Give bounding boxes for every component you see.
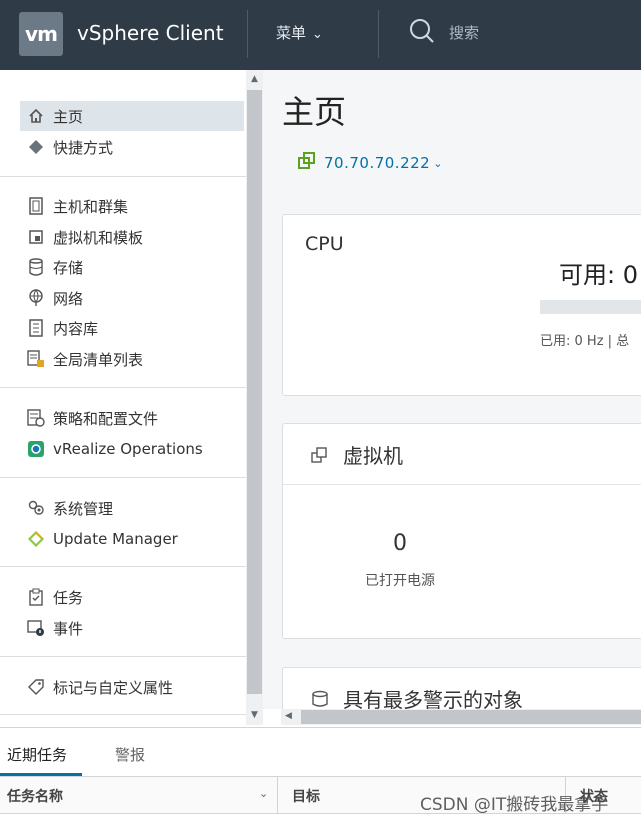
app-title[interactable]: vSphere Client <box>77 20 224 46</box>
sidebar-scrollbar[interactable]: ▲ ▼ <box>246 70 263 725</box>
sidebar-item-update-manager[interactable]: Update Manager <box>20 524 244 554</box>
column-separator[interactable] <box>277 777 278 813</box>
sidebar-item-content-library[interactable]: 内容库 <box>20 313 244 343</box>
alarms-title: 具有最多警示的对象 <box>343 688 523 709</box>
divider <box>0 477 246 478</box>
main-content: 主页 70.70.70.222 ⌄ CPU 可用: 0 已用: 0 Hz | 总… <box>263 70 641 709</box>
page-title: 主页 <box>282 93 347 131</box>
divider <box>0 387 246 388</box>
top-nav-bar: vm vSphere Client 菜单 ⌄ 搜索 <box>0 0 641 70</box>
chevron-down-icon: ⌄ <box>433 156 443 170</box>
vrealize-icon <box>26 440 46 458</box>
chevron-down-icon[interactable]: ⌄ <box>259 787 268 800</box>
divider <box>0 566 246 567</box>
vms-card: 虚拟机 0 已打开电源 <box>282 423 641 639</box>
watermark: CSDN @IT搬砖我最拿手 <box>420 795 609 815</box>
sidebar-item-events[interactable]: 事件 <box>20 613 244 643</box>
divider <box>0 714 246 715</box>
cpu-card: CPU 可用: 0 已用: 0 Hz | 总 <box>282 214 641 396</box>
powered-on-label: 已打开电源 <box>365 573 435 589</box>
scroll-left-icon[interactable]: ◀ <box>285 711 292 721</box>
scrollbar-thumb[interactable] <box>247 90 262 694</box>
cpu-title: CPU <box>305 233 344 255</box>
sidebar-item-home[interactable]: 主页 <box>20 101 244 131</box>
divider <box>247 10 248 58</box>
sidebar-item-hosts-clusters[interactable]: 主机和群集 <box>20 191 244 221</box>
menu-label: 菜单 <box>276 24 307 42</box>
cpu-used: 已用: 0 Hz | 总 <box>540 334 630 349</box>
sidebar-item-label: 系统管理 <box>53 499 114 518</box>
network-icon <box>26 289 46 307</box>
divider <box>0 176 246 177</box>
scroll-down-icon[interactable]: ▼ <box>246 710 263 720</box>
sidebar-item-global-inventory[interactable]: 全局清单列表 <box>20 344 244 374</box>
home-icon <box>26 107 46 125</box>
sidebar-item-label: 事件 <box>53 619 84 638</box>
shortcuts-icon <box>26 138 46 156</box>
sidebar-item-label: 主页 <box>53 107 84 126</box>
tasks-icon <box>26 588 46 606</box>
administration-icon <box>26 499 46 517</box>
alarm-icon <box>311 690 329 709</box>
sidebar-item-label: 任务 <box>53 588 84 607</box>
sidebar-item-label: 标记与自定义属性 <box>53 678 174 697</box>
cpu-usage-bar <box>540 300 641 314</box>
global-inventory-icon <box>26 350 46 368</box>
sidebar-item-label: 全局清单列表 <box>53 350 144 369</box>
cpu-available: 可用: 0 <box>559 261 638 289</box>
divider <box>378 10 379 58</box>
policies-icon <box>26 409 46 427</box>
sidebar-item-label: 存储 <box>53 258 84 277</box>
events-icon <box>26 619 46 637</box>
sidebar-item-policies[interactable]: 策略和配置文件 <box>20 403 244 433</box>
scroll-up-icon[interactable]: ▲ <box>246 74 263 84</box>
sidebar-item-label: 虚拟机和模板 <box>53 228 144 247</box>
storage-icon <box>26 258 46 276</box>
vms-title: 虚拟机 <box>343 444 403 468</box>
host-icon <box>298 152 316 174</box>
hosts-clusters-icon <box>26 197 46 215</box>
scrollbar-thumb[interactable] <box>301 710 641 724</box>
column-task-name[interactable]: 任务名称 <box>7 786 63 806</box>
vms-card-header: 虚拟机 <box>283 424 641 485</box>
sidebar-item-vms-templates[interactable]: 虚拟机和模板 <box>20 222 244 252</box>
column-target[interactable]: 目标 <box>292 786 320 806</box>
vmware-logo[interactable]: vm <box>19 12 63 56</box>
sidebar-item-label: 网络 <box>53 289 84 308</box>
sidebar-item-label: Update Manager <box>53 530 178 548</box>
update-manager-icon <box>26 530 46 548</box>
sidebar-item-label: 快捷方式 <box>53 138 114 157</box>
chevron-down-icon: ⌄ <box>312 27 323 42</box>
vm-templates-icon <box>26 228 46 246</box>
sidebar-item-label: vRealize Operations <box>53 440 203 458</box>
divider <box>0 656 246 657</box>
sidebar-item-network[interactable]: 网络 <box>20 283 244 313</box>
search-input[interactable]: 搜索 <box>449 22 479 44</box>
main-horizontal-scrollbar[interactable]: ◀ <box>281 709 641 725</box>
tags-icon <box>26 678 46 696</box>
alarms-card: 具有最多警示的对象 <box>282 667 641 709</box>
sidebar-nav: 主页 快捷方式 主机和群集 虚拟机和模板 存储 网络 内容库 全局清单列表 策略… <box>0 70 246 725</box>
content-library-icon <box>26 319 46 337</box>
sidebar-item-tasks[interactable]: 任务 <box>20 582 244 612</box>
powered-on-count: 0 <box>393 531 407 556</box>
sidebar-item-tags[interactable]: 标记与自定义属性 <box>20 672 244 702</box>
sidebar-item-label: 主机和群集 <box>53 197 129 216</box>
tab-recent-tasks[interactable]: 近期任务 <box>7 744 67 766</box>
sidebar-item-storage[interactable]: 存储 <box>20 252 244 282</box>
menu-dropdown[interactable]: 菜单 ⌄ <box>276 22 323 46</box>
vm-icon <box>311 447 327 467</box>
tab-alarms[interactable]: 警报 <box>115 744 145 766</box>
host-selector[interactable]: 70.70.70.222 ⌄ <box>298 152 443 174</box>
sidebar-item-shortcuts[interactable]: 快捷方式 <box>20 132 244 162</box>
search-icon[interactable] <box>409 18 435 44</box>
sidebar-item-administration[interactable]: 系统管理 <box>20 493 244 523</box>
sidebar-item-label: 内容库 <box>53 319 99 338</box>
host-label: 70.70.70.222 <box>324 154 431 172</box>
sidebar-item-label: 策略和配置文件 <box>53 409 159 428</box>
sidebar-item-vrealize[interactable]: vRealize Operations <box>20 434 244 464</box>
